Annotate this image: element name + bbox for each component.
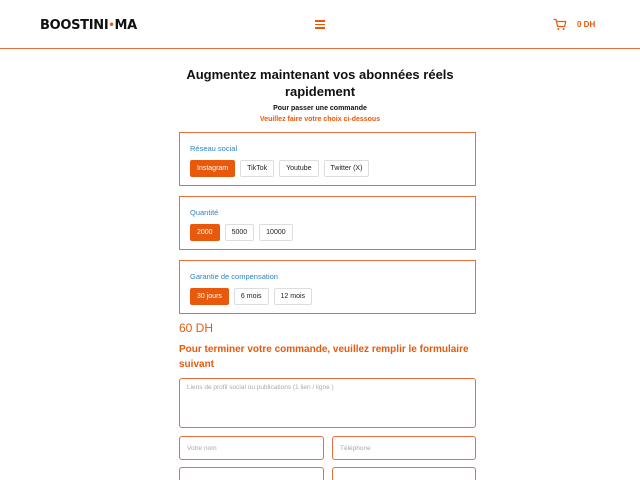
- option-quantity-5000[interactable]: 5000: [224, 224, 255, 241]
- social-network-panel: Réseau social Instagram TikTok Youtube T…: [179, 132, 476, 186]
- guarantee-options: 30 jours 6 mois 12 mois: [190, 288, 313, 305]
- option-tiktok[interactable]: TikTok: [240, 160, 275, 177]
- option-guarantee-30-days[interactable]: 30 jours: [190, 288, 229, 305]
- logo-text-right: MA: [114, 18, 138, 33]
- hamburger-menu-icon[interactable]: [315, 20, 325, 29]
- option-youtube[interactable]: Youtube: [279, 160, 319, 177]
- quantity-options: 2000 5000 10000: [190, 224, 293, 241]
- price-display: 60 DH: [179, 321, 214, 335]
- social-network-options: Instagram TikTok Youtube Twitter (X): [190, 160, 370, 177]
- shopping-cart-icon[interactable]: [553, 18, 567, 31]
- option-quantity-2000[interactable]: 2000: [190, 224, 220, 241]
- form-heading: Pour terminer votre commande, veuillez r…: [179, 344, 469, 370]
- guarantee-panel: Garantie de compensation 30 jours 6 mois…: [179, 260, 476, 314]
- profile-links-textarea[interactable]: [179, 378, 476, 428]
- email-input[interactable]: [179, 467, 324, 480]
- option-twitter[interactable]: Twitter (X): [323, 160, 370, 177]
- page-title: Augmentez maintenant vos abonnées réels …: [186, 67, 454, 99]
- cart-total[interactable]: 0 DH: [577, 20, 595, 29]
- option-guarantee-12-months[interactable]: 12 mois: [273, 288, 313, 305]
- logo-text-left: BOOSTINI: [40, 18, 109, 33]
- order-subtitle: Pour passer une commande: [273, 105, 367, 112]
- city-input[interactable]: [332, 467, 476, 480]
- quantity-label: Quantité: [190, 208, 219, 217]
- logo-dot: •: [108, 20, 115, 31]
- option-guarantee-6-months[interactable]: 6 mois: [233, 288, 269, 305]
- brand-logo[interactable]: BOOSTINI•MA: [40, 18, 137, 33]
- quantity-panel: Quantité 2000 5000 10000: [179, 196, 476, 250]
- order-instruction: Veuillez faire votre choix ci-dessous: [259, 116, 381, 123]
- phone-input[interactable]: [332, 436, 476, 460]
- social-network-label: Réseau social: [190, 144, 238, 153]
- option-instagram[interactable]: Instagram: [190, 160, 236, 177]
- site-header: BOOSTINI•MA 0 DH: [0, 0, 640, 49]
- name-input[interactable]: [179, 436, 324, 460]
- option-quantity-10000[interactable]: 10000: [259, 224, 293, 241]
- guarantee-label: Garantie de compensation: [190, 272, 278, 281]
